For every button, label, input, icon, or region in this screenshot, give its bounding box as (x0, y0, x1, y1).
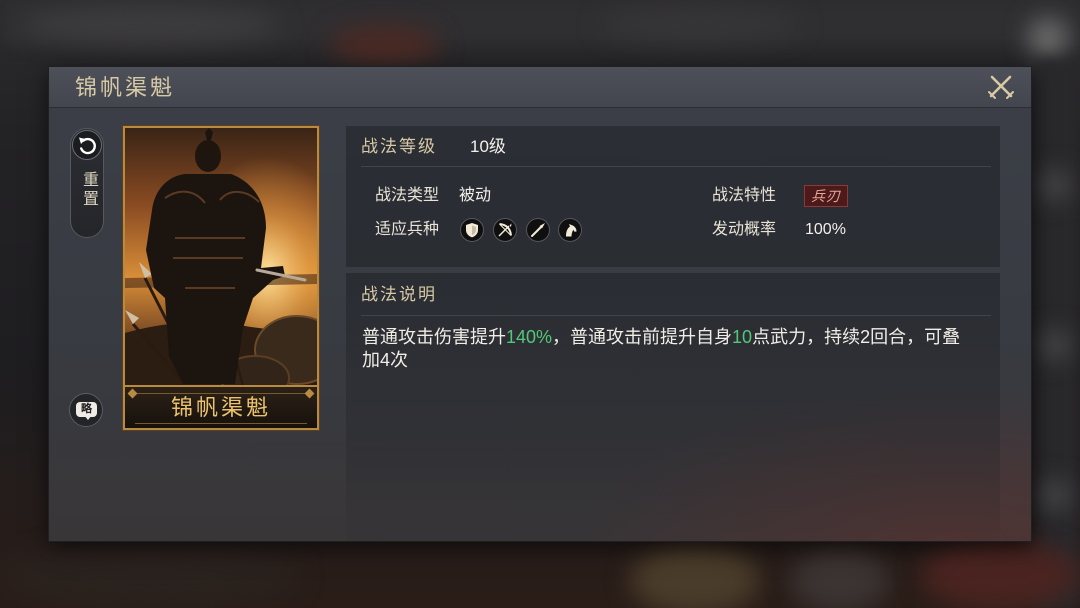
bow-icon (493, 218, 517, 242)
dialog-title: 锦帆渠魁 (75, 75, 176, 100)
dialog-header: 锦帆渠魁 (49, 67, 1031, 108)
strategy-button[interactable]: 略 (69, 393, 103, 427)
description-segment: 普通攻击伤害提升 (362, 327, 506, 347)
undo-icon (72, 130, 102, 160)
background-blur-patch (330, 25, 440, 65)
reset-button[interactable]: 重置 (70, 128, 104, 238)
description-segment: ，普通攻击前提升自身 (552, 327, 733, 347)
description-divider (361, 315, 991, 316)
horse-icon-graphic (566, 224, 577, 237)
skill-detail-dialog: 锦帆渠魁 重置 略 锦帆渠魁 战法等级 10级 战法类型 被动 战法特性 兵刃 … (49, 67, 1031, 541)
skill-card[interactable]: 锦帆渠魁 (123, 126, 319, 430)
background-blur-patch (600, 8, 800, 42)
skill-type-label: 战法类型 (375, 187, 440, 204)
background-blur-patch (20, 5, 280, 45)
description-highlight-value: 140% (506, 327, 553, 347)
background-blur-patch (1040, 480, 1070, 510)
skill-card-name-band: 锦帆渠魁 (125, 385, 317, 428)
skill-description-panel: 战法说明 普通攻击伤害提升140%，普通攻击前提升自身10点武力，持续2回合，可… (346, 273, 1000, 541)
description-line: 加4次 (362, 349, 960, 372)
description-segment: 点武力，持续2回合，可叠 (752, 327, 961, 347)
card-band-line (135, 423, 307, 424)
background-blur-patch (790, 548, 890, 608)
description-segment: 加4次 (362, 350, 409, 370)
troop-types-label: 适应兵种 (375, 221, 440, 238)
trigger-rate-value: 100% (805, 221, 846, 238)
background-blur-patch (630, 545, 760, 608)
skill-trait-badge: 兵刃 (804, 185, 848, 207)
info-divider (361, 166, 991, 167)
close-icon-graphic (988, 75, 1014, 99)
reset-label: 重置 (80, 171, 97, 209)
spear-icon-graphic (531, 223, 545, 237)
skill-level-value: 10级 (470, 137, 506, 156)
close-icon[interactable] (986, 72, 1016, 102)
shield-icon-graphic (466, 223, 478, 238)
skill-type-value: 被动 (459, 187, 492, 204)
background-blur-patch (0, 545, 300, 608)
background-blur-patch (1028, 18, 1068, 58)
description-title: 战法说明 (361, 285, 437, 304)
skill-level-label: 战法等级 (361, 137, 437, 156)
bow-icon-graphic (498, 223, 512, 237)
background-blur-patch (1040, 170, 1070, 200)
description-text: 普通攻击伤害提升140%，普通攻击前提升自身10点武力，持续2回合，可叠 加4次 (362, 326, 960, 372)
spear-icon (526, 218, 550, 242)
skill-trait-label: 战法特性 (712, 187, 777, 204)
description-highlight-value: 10 (732, 327, 753, 347)
shield-icon (460, 218, 484, 242)
undo-icon-graphic (79, 137, 96, 155)
description-line: 普通攻击伤害提升140%，普通攻击前提升自身10点武力，持续2回合，可叠 (362, 326, 960, 349)
background-blur-patch (920, 540, 1080, 608)
background-blur-patch (1040, 330, 1070, 360)
skill-card-art (125, 128, 317, 386)
horse-icon (558, 218, 582, 242)
skill-card-name: 锦帆渠魁 (170, 395, 271, 420)
strategy-label: 略 (81, 403, 92, 415)
skill-info-panel: 战法等级 10级 战法类型 被动 战法特性 兵刃 适应兵种 发动概率 100% (346, 126, 1000, 267)
trigger-rate-label: 发动概率 (712, 221, 777, 238)
